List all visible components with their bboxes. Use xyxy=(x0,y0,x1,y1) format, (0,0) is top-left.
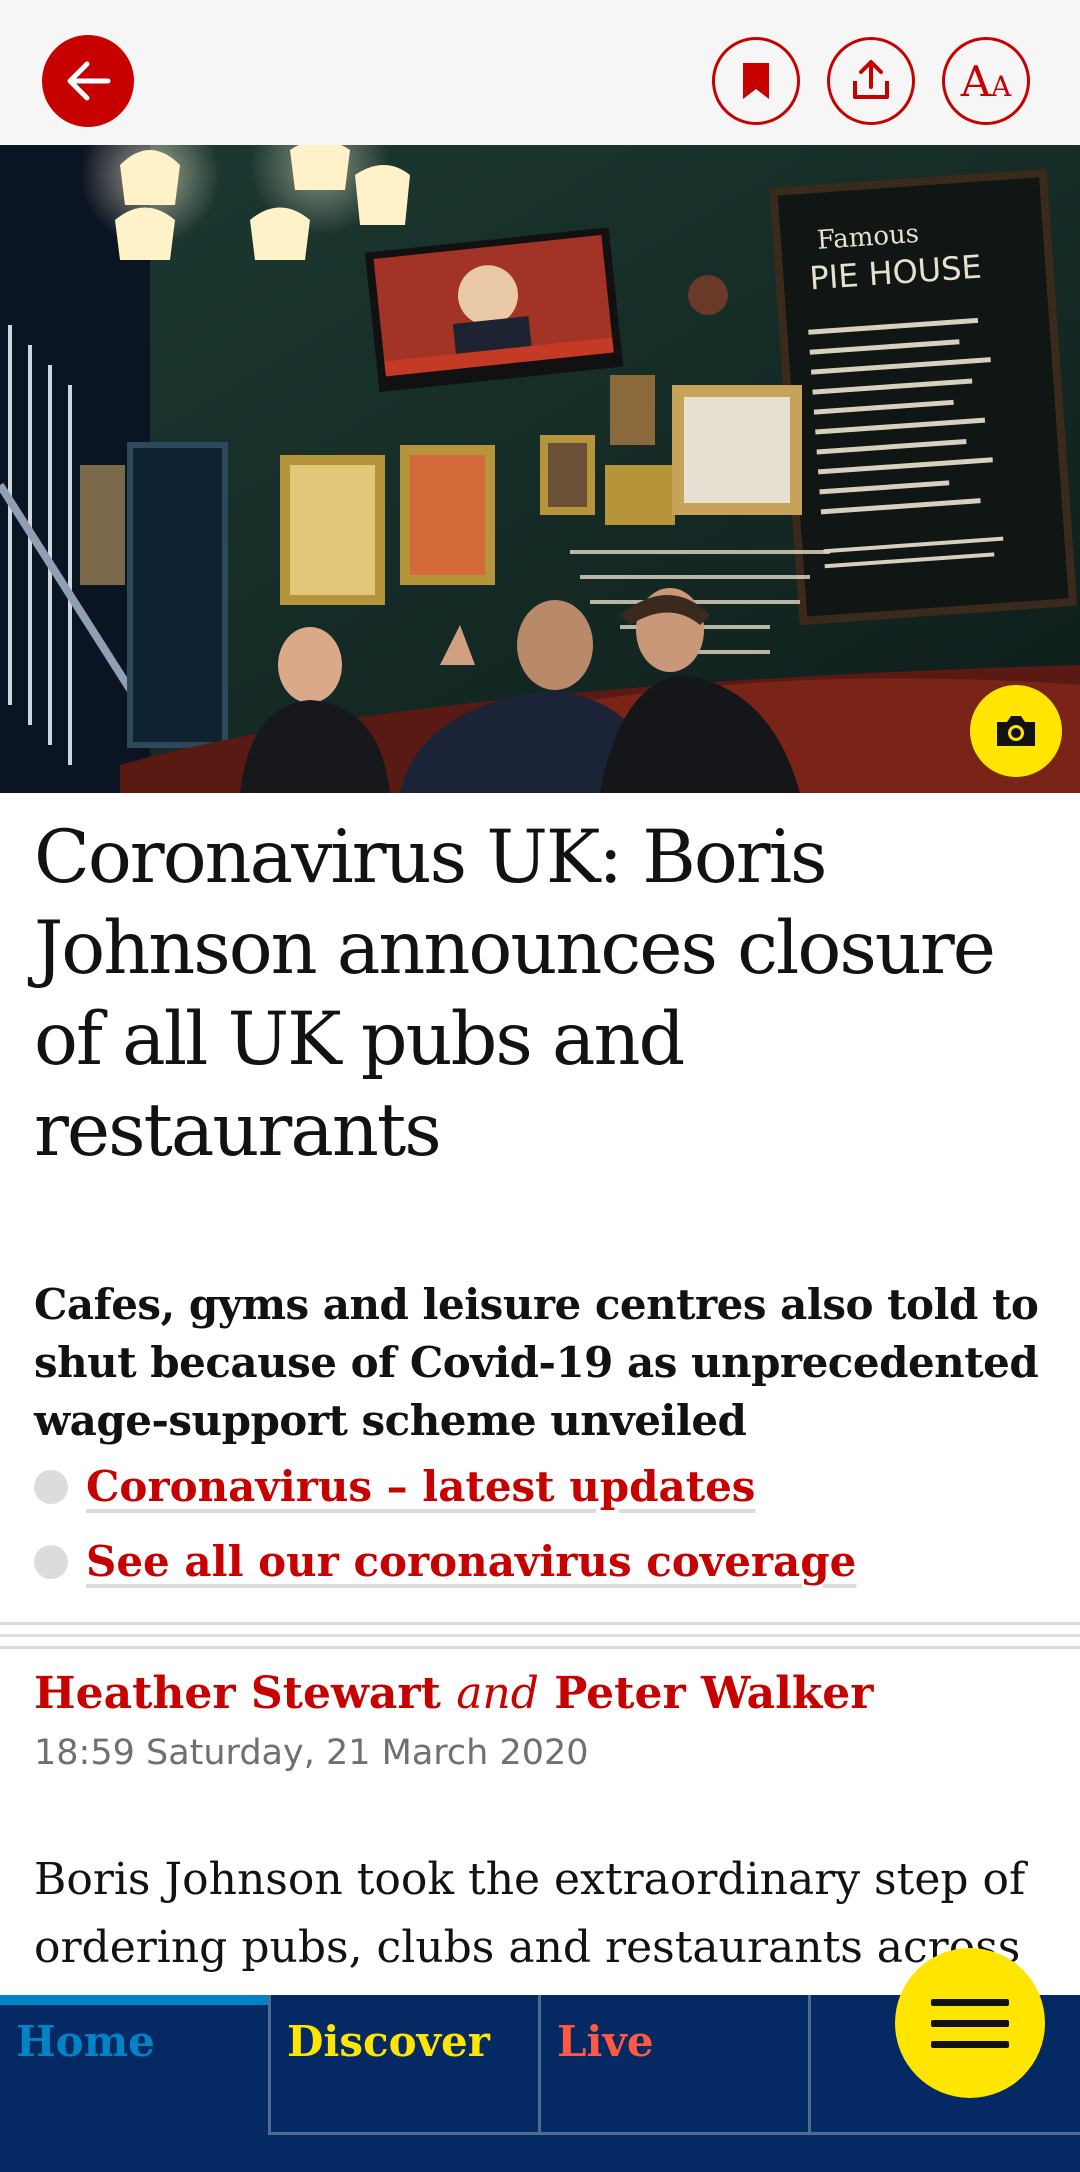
divider xyxy=(0,1646,1080,1649)
menu-line xyxy=(931,2019,1009,2027)
article-dateline: 18:59 Saturday, 21 March 2020 xyxy=(34,1733,589,1773)
tab-discover[interactable]: Discover xyxy=(268,1995,538,2135)
hamburger-menu-button[interactable] xyxy=(895,1948,1045,2098)
bookmark-button[interactable] xyxy=(712,37,800,125)
tab-live[interactable]: Live xyxy=(538,1995,808,2135)
article-headline: Coronavirus UK: Boris Johnson announces … xyxy=(34,815,996,1173)
related-link-row: See all our coronavirus coverage xyxy=(34,1537,856,1586)
share-button[interactable] xyxy=(827,37,915,125)
arrow-left-icon xyxy=(67,61,111,101)
tab-home[interactable]: Home xyxy=(0,1995,268,2135)
pub-scene-illustration: Famous PIE HOUSE xyxy=(0,145,1080,793)
byline: Heather Stewart and Peter Walker xyxy=(34,1668,873,1719)
bullet-icon xyxy=(34,1544,68,1579)
bookmark-icon xyxy=(743,63,769,99)
related-link-row: Coronavirus – latest updates xyxy=(34,1462,755,1511)
nav-divider xyxy=(268,2132,1080,2135)
hero-image[interactable]: Famous PIE HOUSE xyxy=(0,145,1080,793)
coverage-link[interactable]: See all our coronavirus coverage xyxy=(86,1537,856,1586)
menu-line xyxy=(931,1998,1009,2006)
camera-button[interactable] xyxy=(970,685,1062,777)
byline-and: and xyxy=(456,1668,539,1719)
menu-line xyxy=(931,2040,1009,2048)
share-icon xyxy=(853,60,889,99)
author-link[interactable]: Peter Walker xyxy=(554,1668,873,1719)
divider xyxy=(0,1634,1080,1637)
author-link[interactable]: Heather Stewart xyxy=(34,1668,441,1719)
bullet-icon xyxy=(34,1469,68,1504)
text-size-button[interactable]: AA xyxy=(942,37,1030,125)
camera-icon xyxy=(997,716,1035,746)
article-standfirst: Cafes, gyms and leisure centres also tol… xyxy=(34,1280,1039,1445)
latest-updates-link[interactable]: Coronavirus – latest updates xyxy=(86,1462,755,1511)
text-size-icon: AA xyxy=(960,56,1012,106)
article-body: Boris Johnson took the extraordinary ste… xyxy=(34,1854,1026,1973)
back-button[interactable] xyxy=(42,35,134,127)
top-toolbar: AA xyxy=(0,0,1080,145)
divider xyxy=(0,1622,1080,1625)
